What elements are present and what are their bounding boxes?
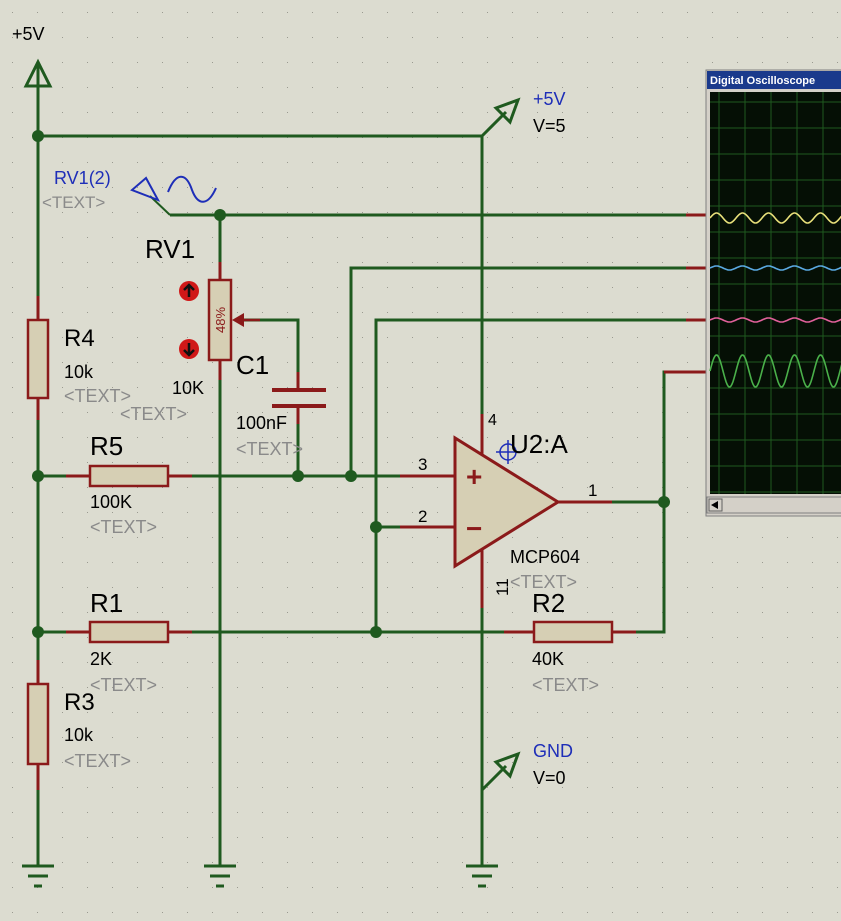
junction-dot — [658, 496, 670, 508]
r3-ref: R3 — [64, 689, 95, 716]
resistor-body — [26, 682, 50, 766]
pin-label: 3 — [418, 455, 427, 474]
increment-button[interactable] — [179, 281, 199, 301]
schematic-canvas: +5V +5V V=5 GND V=0 RV1(2) <TEXT> R4 10k… — [0, 0, 841, 921]
probe-text: <TEXT> — [42, 193, 105, 212]
gnd-value: V=0 — [533, 768, 566, 788]
pin-label: 1 — [588, 481, 597, 500]
junction-dot — [214, 209, 226, 221]
u2-ref: U2:A — [510, 429, 568, 459]
vcc-label: +5V — [12, 24, 45, 44]
r4-value: 10k — [64, 362, 94, 382]
minus-sign: − — [466, 513, 482, 544]
r1-ref: R1 — [90, 588, 123, 618]
oscilloscope-window[interactable]: Digital Oscilloscope — [705, 69, 841, 517]
junction-dot — [370, 521, 382, 533]
c1-ref: C1 — [236, 350, 269, 380]
rv1-value: 10K — [172, 378, 204, 398]
window-title: Digital Oscilloscope — [710, 75, 815, 87]
r3-text: <TEXT> — [64, 751, 131, 771]
probe-name: RV1(2) — [54, 168, 111, 188]
r5-ref: R5 — [90, 431, 123, 461]
u2-text: <TEXT> — [510, 572, 577, 592]
rv1-ref: RV1 — [145, 234, 195, 264]
decrement-button[interactable] — [179, 339, 199, 359]
junction-dot — [292, 470, 304, 482]
r4-ref: R4 — [64, 325, 95, 352]
plus-sign: + — [466, 461, 482, 492]
r1-text: <TEXT> — [90, 675, 157, 695]
c1-value: 100nF — [236, 413, 287, 433]
r5-text: <TEXT> — [90, 517, 157, 537]
junction-dot — [32, 130, 44, 142]
junction-dot — [345, 470, 357, 482]
r2-value: 40K — [532, 649, 564, 669]
rv1-percent: 48% — [213, 307, 228, 333]
pin-label: 4 — [488, 412, 497, 429]
resistor-body — [26, 318, 50, 400]
u2-part: MCP604 — [510, 547, 580, 567]
r4-text: <TEXT> — [64, 386, 131, 406]
junction-dot — [32, 626, 44, 638]
vcc2-value: V=5 — [533, 116, 566, 136]
r2-ref: R2 — [532, 588, 565, 618]
resistor-body — [88, 620, 170, 644]
r2-text: <TEXT> — [532, 675, 599, 695]
vcc2-label: +5V — [533, 89, 566, 109]
resistor-body — [532, 620, 614, 644]
horizontal-scrollbar[interactable] — [706, 496, 841, 514]
rv1-text: <TEXT> — [120, 404, 187, 424]
pin-label: 2 — [418, 507, 427, 526]
r5-value: 100K — [90, 492, 132, 512]
r1-value: 2K — [90, 649, 112, 669]
r3-value: 10k — [64, 725, 94, 745]
junction-dot — [370, 626, 382, 638]
junction-dot — [32, 470, 44, 482]
c1-text: <TEXT> — [236, 439, 303, 459]
gnd-label: GND — [533, 741, 573, 761]
scope-screen — [710, 92, 841, 494]
resistor-body — [88, 464, 170, 488]
